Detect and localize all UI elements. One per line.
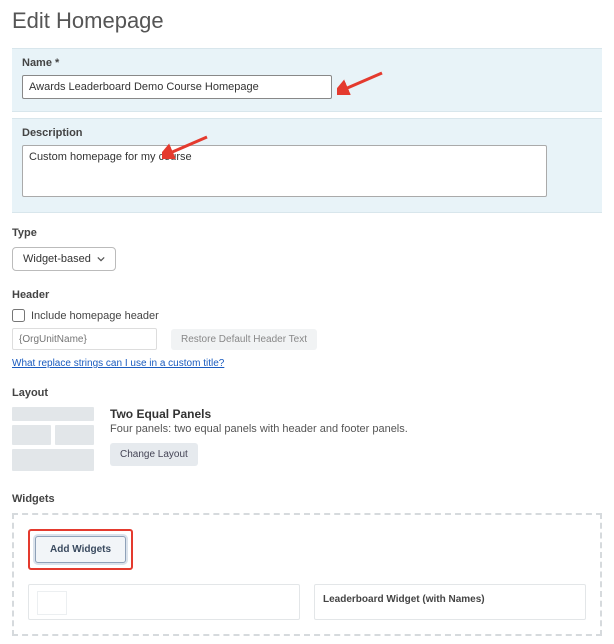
description-label: Description [22,127,592,139]
arrow-icon [337,71,387,95]
replace-strings-help-link[interactable]: What replace strings can I use in a cust… [12,358,224,369]
type-section: Type Widget-based [12,219,602,281]
description-section: Description Custom homepage for my cours… [12,118,602,213]
include-header-checkbox[interactable] [12,309,25,322]
header-label: Header [12,289,602,301]
widget-panel-right[interactable]: Leaderboard Widget (with Names) [314,584,586,620]
description-input[interactable]: Custom homepage for my course [22,145,547,197]
name-section: Name * [12,48,602,112]
include-header-label: Include homepage header [31,310,159,322]
type-select[interactable]: Widget-based [12,247,116,271]
name-label: Name * [22,57,592,69]
layout-preview-thumbnail [12,407,94,475]
add-widgets-highlight: Add Widgets [28,529,133,570]
widget-panel-left[interactable] [28,584,300,620]
widgets-label: Widgets [12,493,602,505]
layout-name: Two Equal Panels [110,407,408,421]
add-widgets-button[interactable]: Add Widgets [35,536,126,563]
widgets-drop-area: Add Widgets Leaderboard Widget (with Nam… [12,513,602,636]
type-select-value: Widget-based [23,253,91,265]
change-layout-button[interactable]: Change Layout [110,443,198,466]
layout-description: Four panels: two equal panels with heade… [110,423,408,435]
page-title: Edit Homepage [12,8,602,34]
restore-header-button[interactable]: Restore Default Header Text [171,329,317,350]
layout-section: Layout Two Equal Panels Four panels: two… [12,379,602,485]
chevron-down-icon [97,255,105,263]
widget-title: Leaderboard Widget (with Names) [323,594,485,605]
type-label: Type [12,227,602,239]
header-section: Header Include homepage header Restore D… [12,281,602,379]
widget-placeholder [37,591,67,615]
layout-label: Layout [12,387,602,399]
widgets-section: Widgets Add Widgets Leaderboard Widget (… [12,485,602,636]
header-title-input [12,328,157,350]
name-input[interactable] [22,75,332,99]
